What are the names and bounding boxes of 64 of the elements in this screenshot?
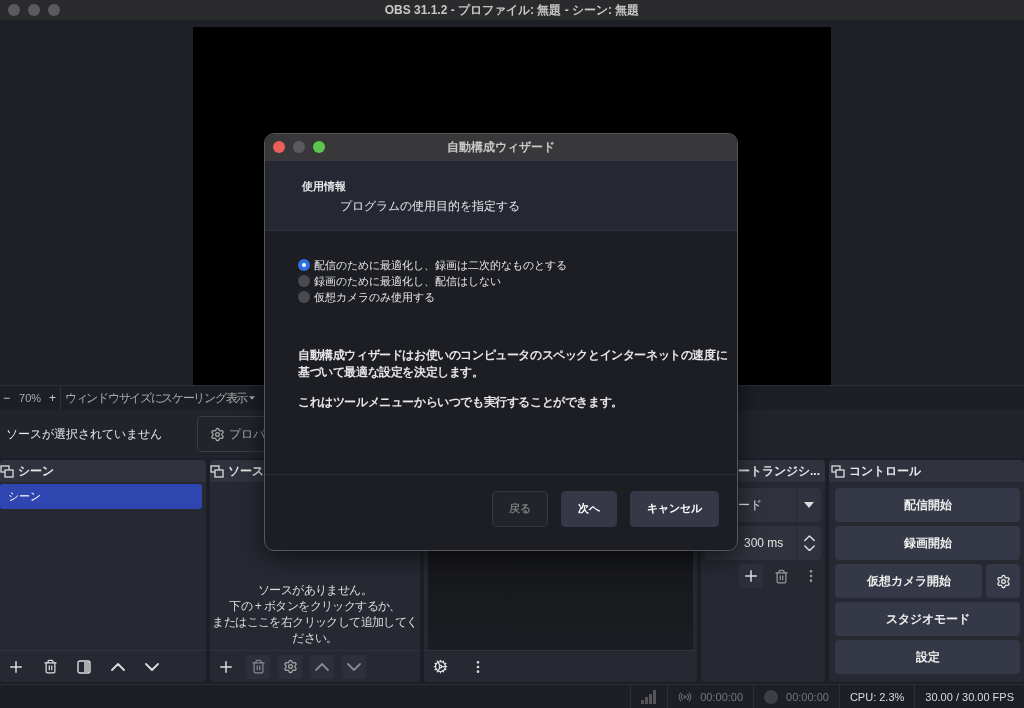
trash-icon: [42, 659, 58, 674]
empty-sources-message: 下の + ボタンをクリックするか、: [229, 598, 401, 614]
control-button[interactable]: 設定: [835, 640, 1020, 674]
add-button[interactable]: [739, 564, 763, 588]
dialog-title: 自動構成ウィザード: [447, 139, 555, 156]
dialog-button[interactable]: 次へ: [561, 490, 617, 527]
plus-icon: [742, 567, 760, 585]
gear-icon: [282, 659, 298, 674]
panel-title: ートランジシ...: [738, 462, 820, 480]
radio-button[interactable]: [298, 259, 310, 271]
chevron-up-icon: [803, 535, 815, 542]
chevron-down-icon: [347, 662, 361, 671]
radio-button[interactable]: [298, 275, 310, 287]
chevron-up-icon: [111, 662, 125, 671]
empty-sources-message: またはここを右クリックして追加してく: [212, 614, 418, 630]
control-button[interactable]: スタジオモード: [835, 602, 1020, 636]
control-button[interactable]: 仮想カメラ開始: [835, 564, 982, 598]
zoom-out-button[interactable]: −: [0, 391, 14, 405]
radio-button[interactable]: [298, 291, 310, 303]
scene-item[interactable]: シーン: [0, 484, 202, 509]
filter-icon: [77, 659, 91, 674]
move-down-button[interactable]: [342, 654, 366, 679]
empty-sources-message: ソースがありません。: [258, 582, 372, 598]
record-time: 00:00:00: [786, 690, 829, 703]
dialog-button[interactable]: キャンセル: [630, 490, 719, 527]
settings-button[interactable]: [986, 564, 1020, 598]
panel-title: コントロール: [849, 462, 921, 480]
radio-option[interactable]: 録画のために最適化し、配信はしない: [298, 273, 501, 289]
section-subtitle: プログラムの使用目的を指定する: [340, 198, 520, 215]
properties-button[interactable]: [278, 654, 302, 679]
remove-button[interactable]: [246, 654, 270, 679]
broadcast-icon: [678, 689, 693, 704]
gear-icon: [995, 573, 1011, 589]
cpu-usage: CPU: 2.3%: [849, 690, 905, 703]
panel-title: シーン: [18, 462, 54, 480]
info-text: これはツールメニューからいつでも実行することができます。: [298, 394, 623, 411]
no-source-message: ソースが選択されていません: [6, 425, 163, 443]
zoom-button[interactable]: [313, 141, 325, 153]
trash-icon: [773, 568, 789, 584]
panel-title: ソース: [228, 462, 264, 480]
signal-icon: [641, 689, 658, 704]
gear-icon: [210, 426, 225, 442]
record-dot-icon: [764, 689, 779, 704]
section-title: 使用情報: [302, 179, 346, 194]
radio-option[interactable]: 配信のために最適化し、録画は二次的なものとする: [298, 257, 567, 273]
chevron-down-icon: [145, 662, 159, 671]
fps-reading: 30.00 / 30.00 FPS: [925, 690, 1014, 703]
control-button[interactable]: 配信開始: [835, 488, 1020, 522]
close-button[interactable]: [273, 141, 285, 153]
control-button[interactable]: 録画開始: [835, 526, 1020, 560]
cog-icon: [432, 659, 448, 674]
info-text: 自動構成ウィザードはお使いのコンピュータのスペックとインターネットの速度に: [298, 347, 728, 364]
empty-sources-message: ださい。: [292, 630, 338, 646]
trash-icon: [250, 659, 266, 674]
window-title: OBS 31.1.2 - プロファイル: 無題 - シーン: 無題: [384, 1, 640, 19]
stream-time: 00:00:00: [700, 690, 744, 703]
zoom-in-button[interactable]: +: [46, 391, 61, 405]
caret-icon: [248, 396, 255, 400]
zoom-level: 70%: [18, 392, 43, 404]
chevron-up-icon: [315, 662, 329, 671]
radio-option[interactable]: 仮想カメラのみ使用する: [298, 289, 435, 305]
chevron-down-icon: [803, 544, 815, 551]
caret-icon: [804, 502, 814, 508]
info-text: 基づいて最適な設定を決定します。: [298, 364, 484, 381]
